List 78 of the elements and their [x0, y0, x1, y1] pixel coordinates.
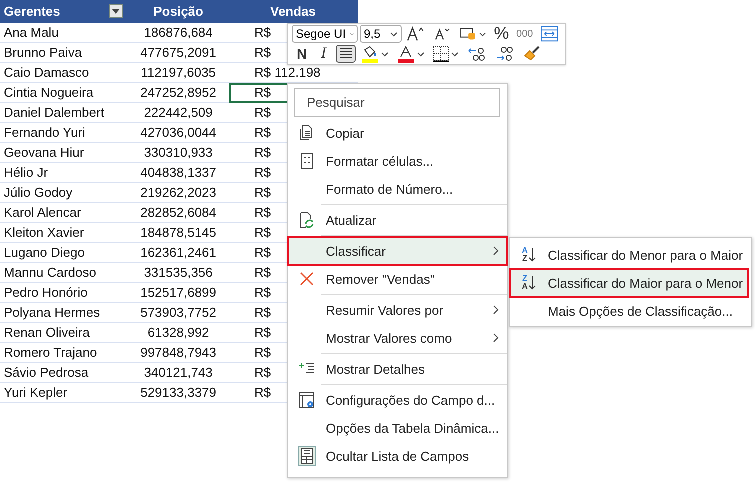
format-button[interactable]: %	[491, 25, 512, 43]
table-cell: 162361,2461	[128, 242, 229, 262]
decrease-decimal-icon	[495, 46, 515, 62]
format-cells-icon	[301, 153, 313, 169]
menu-item[interactable]: Mais Opções de Classificação...	[510, 297, 748, 325]
borders-icon	[433, 46, 449, 62]
table-cell: Karol Alencar	[0, 202, 129, 222]
table-cell: Sávio Pedrosa	[0, 362, 129, 382]
menu-item[interactable]: Ocultar Lista de Campos	[288, 442, 507, 470]
format-button[interactable]: 000	[514, 25, 536, 43]
table-cell: Fernando Yuri	[0, 122, 129, 142]
column-header[interactable]: Vendas	[228, 0, 358, 23]
table-cell: 152517,6899	[128, 282, 229, 302]
table-cell: Mannu Cardoso	[0, 262, 129, 282]
table-cell: Júlio Godoy	[0, 182, 129, 202]
format-button[interactable]: I	[314, 45, 334, 63]
dropdown-icon	[417, 52, 425, 56]
table-cell: Pedro Honório	[0, 282, 129, 302]
menu-item[interactable]: Classificar	[288, 237, 507, 265]
column-header[interactable]: Gerentes	[0, 0, 129, 23]
table-cell: 112197,6035	[128, 62, 229, 82]
table-cell: Ana Malu	[0, 23, 129, 42]
table-cell: Polyana Hermes	[0, 302, 129, 322]
format-button[interactable]: N	[292, 45, 312, 63]
dropdown-icon	[112, 8, 120, 14]
table-cell: 184878,5145	[128, 222, 229, 242]
table-cell: Daniel Dalembert	[0, 102, 129, 122]
table-cell: Cintia Nogueira	[0, 82, 129, 102]
dropdown-icon	[451, 52, 459, 56]
font-name-field[interactable]: Segoe UI	[292, 25, 358, 43]
table-cell: 219262,2023	[128, 182, 229, 202]
table-cell: 573903,7752	[128, 302, 229, 322]
cell-styles-icon	[460, 27, 477, 41]
menu-item[interactable]: Opções da Tabela Dinâmica...	[288, 414, 507, 442]
table-cell: 997848,7943	[128, 342, 229, 362]
grow-font-icon	[407, 26, 426, 42]
menu-item[interactable]: Z A Classificar do Maior para o Menor	[510, 269, 748, 297]
table-cell: Yuri Kepler	[0, 382, 129, 402]
table-cell: Hélio Jr	[0, 162, 129, 182]
dropdown-icon	[381, 52, 389, 56]
add-details-icon	[299, 363, 315, 375]
table-cell: 330310,933	[128, 142, 229, 162]
table-cell: Caio Damasco	[0, 62, 129, 82]
filter-button[interactable]	[108, 4, 123, 18]
table-cell: 340121,743	[128, 362, 229, 382]
shrink-font-icon	[434, 27, 452, 41]
table-cell: 61328,992	[128, 322, 229, 342]
table-cell: Geovana Hiur	[0, 142, 129, 162]
table-cell: 186876,684	[128, 23, 229, 42]
table-cell: Renan Oliveira	[0, 322, 129, 342]
close-icon	[300, 272, 314, 286]
dropdown-icon	[478, 32, 486, 36]
search-field[interactable]: Pesquisar	[294, 88, 500, 117]
align-center-icon	[339, 48, 353, 60]
table-cell: 477675,2091	[128, 42, 229, 62]
menu-item[interactable]: A Z Classificar do Menor para o Maior	[510, 241, 748, 269]
copy-icon	[300, 125, 314, 141]
merge-center-icon	[540, 26, 558, 42]
field-list-icon	[298, 446, 316, 466]
field-settings-icon	[298, 392, 316, 408]
font-size-field[interactable]: 9,5	[360, 25, 402, 43]
table-cell: Romero Trajano	[0, 342, 129, 362]
increase-decimal-icon	[467, 46, 487, 62]
table-cell: Kleiton Xavier	[0, 222, 129, 242]
column-header[interactable]: Posição	[128, 0, 229, 23]
table-cell: Lugano Diego	[0, 242, 129, 262]
dropdown-icon	[390, 32, 398, 36]
table-cell: 282852,6084	[128, 202, 229, 222]
table-cell: Brunno Paiva	[0, 42, 129, 62]
refresh-icon	[300, 212, 314, 228]
table-cell: 427036,0044	[128, 122, 229, 142]
paintbrush-icon	[523, 46, 541, 62]
table-cell: 331535,356	[128, 262, 229, 282]
table-cell: 247252,8952	[128, 82, 229, 102]
table-cell: 529133,3379	[128, 382, 229, 402]
table-cell: 404838,1337	[128, 162, 229, 182]
align-center-button[interactable]	[336, 45, 356, 63]
table-cell: 222442,509	[128, 102, 229, 122]
